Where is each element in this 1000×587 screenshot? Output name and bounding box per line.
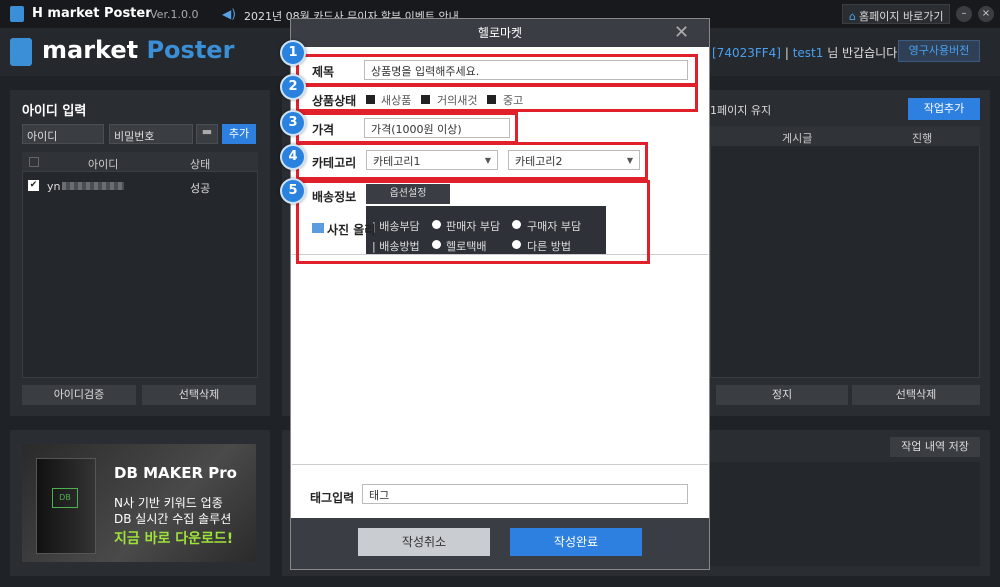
logo-word-market: market [42, 36, 139, 64]
log-area [710, 462, 980, 566]
column-header-status: 상태 [190, 158, 211, 171]
job-table-header [710, 126, 980, 146]
tag-label: 태그입력 [310, 491, 355, 505]
submit-button[interactable]: 작성완료 [510, 528, 642, 556]
app-version: Ver.1.0.0 [150, 8, 199, 21]
logo-word-poster: Poster [146, 36, 235, 64]
minimize-button[interactable]: – [956, 6, 972, 22]
user-info: [74023FF4] | test1 님 반갑습니다! [712, 44, 902, 61]
highlight-box-3 [296, 112, 518, 144]
save-log-button[interactable]: 작업 내역 저장 [890, 437, 980, 457]
ad-title: DB MAKER Pro [114, 464, 237, 482]
logo-icon [10, 38, 32, 66]
highlight-box-1 [296, 54, 698, 86]
add-job-button[interactable]: 작업추가 [908, 98, 980, 120]
step-badge-1: 1 [280, 40, 306, 66]
delete-selected-jobs-button[interactable]: 선택삭제 [852, 385, 980, 405]
row-checkbox[interactable]: ✔ [28, 180, 39, 191]
step-badge-2: 2 [280, 74, 306, 100]
highlight-box-4 [296, 142, 648, 180]
dialog-footer [291, 518, 709, 569]
greeting: 님 반갑습니다! [827, 46, 903, 60]
app-logo: market Poster [42, 36, 234, 64]
row-id: yn [47, 180, 61, 193]
column-header-id: 아이디 [88, 158, 119, 171]
permanent-version-button[interactable]: 영구사용버전 [898, 40, 980, 62]
close-window-button[interactable]: × [978, 6, 994, 22]
stop-button[interactable]: 정지 [716, 385, 848, 405]
divider [292, 464, 708, 465]
ad-line-1: N사 기반 키워드 업종 [114, 496, 223, 510]
row-status: 성공 [190, 182, 211, 195]
user-code: [74023FF4] [712, 46, 781, 60]
select-all-checkbox[interactable] [29, 157, 39, 167]
homepage-button-label: 홈페이지 바로가기 [858, 10, 944, 23]
verify-id-button[interactable]: 아이디검증 [22, 385, 136, 405]
homepage-button[interactable]: ⌂ 홈페이지 바로가기 [842, 4, 950, 24]
add-id-button[interactable]: 추가 [222, 124, 256, 144]
column-header-post: 게시글 [782, 132, 813, 145]
ad-box-logo: DB [52, 488, 78, 508]
content-editor[interactable] [292, 254, 708, 464]
id-panel-title: 아이디 입력 [22, 104, 87, 119]
step-badge-5: 5 [280, 178, 306, 204]
speaker-icon: ◀) [222, 7, 236, 21]
folder-icon[interactable]: ▬ [196, 124, 218, 144]
ad-download-text: 지금 바로 다운로드! [114, 531, 234, 547]
row-id-masked [62, 182, 124, 190]
cancel-button[interactable]: 작성취소 [358, 528, 490, 556]
id-input[interactable]: 아이디 [22, 124, 104, 144]
tag-input[interactable]: 태그 [362, 484, 688, 504]
ad-line-2: DB 실시간 수집 솔루션 [114, 512, 232, 526]
highlight-box-2 [296, 84, 698, 112]
delete-selected-ids-button[interactable]: 선택삭제 [142, 385, 256, 405]
app-logo-icon [10, 6, 24, 22]
keep-page-label: 1페이지 유지 [710, 104, 772, 117]
separator: | [784, 46, 789, 60]
home-icon: ⌂ [849, 10, 856, 23]
user-name: test1 [792, 46, 824, 60]
id-table-header [22, 152, 258, 172]
step-badge-4: 4 [280, 144, 306, 170]
highlight-box-5 [296, 180, 650, 264]
dialog-close-icon[interactable]: ✕ [674, 22, 689, 43]
step-badge-3: 3 [280, 110, 306, 136]
dialog-title: 헬로마켓 [291, 19, 709, 47]
job-table [710, 126, 980, 378]
column-header-progress: 진행 [912, 132, 933, 145]
password-input[interactable]: 비밀번호 [109, 124, 193, 144]
app-title: H market Poster [32, 6, 152, 21]
